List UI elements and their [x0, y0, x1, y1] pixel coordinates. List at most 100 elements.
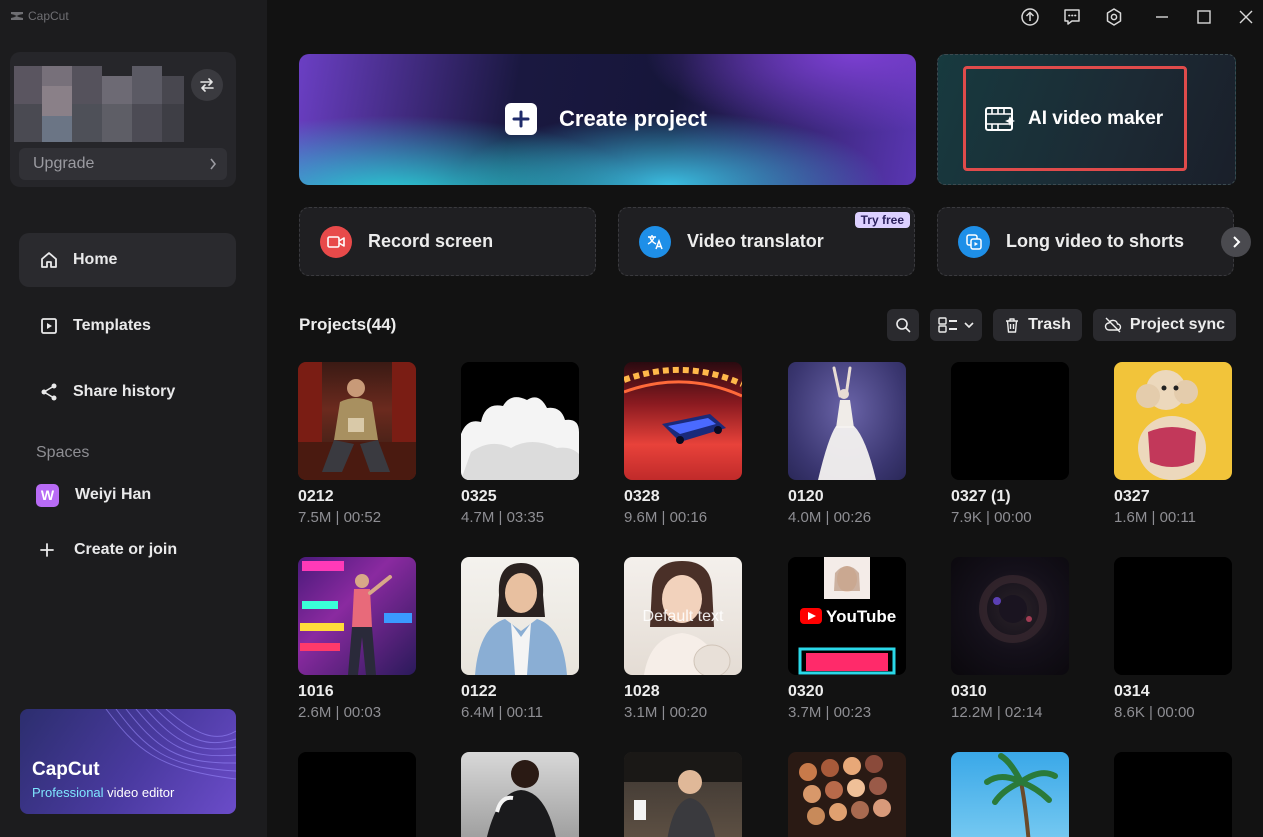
project-thumbnail[interactable]: YouTube — [788, 557, 906, 675]
project-thumbnail[interactable] — [788, 752, 906, 837]
project-thumbnail[interactable] — [298, 557, 416, 675]
space-name: Weiyi Han — [75, 486, 152, 503]
chevron-right-icon — [210, 158, 217, 170]
project-meta: 7.5M | 00:52 — [298, 509, 382, 526]
project-thumbnail[interactable] — [624, 362, 742, 480]
project-thumbnail[interactable] — [951, 362, 1069, 480]
upgrade-label: Upgrade — [33, 155, 95, 172]
close-window-button[interactable] — [1235, 6, 1257, 28]
project-thumbnail[interactable] — [298, 752, 416, 837]
create-plus-icon — [505, 103, 537, 135]
search-icon — [896, 318, 911, 333]
project-sync-button[interactable]: Project sync — [1093, 309, 1236, 341]
nav-templates[interactable]: Templates — [19, 299, 236, 353]
long-video-to-shorts-label: Long video to shorts — [1006, 231, 1184, 251]
nav-share-history-label: Share history — [73, 383, 176, 400]
project-thumbnail[interactable] — [1114, 752, 1232, 837]
project-thumbnail[interactable] — [461, 557, 579, 675]
upgrade-button[interactable]: Upgrade — [19, 148, 227, 180]
cloud-off-icon — [1104, 317, 1122, 333]
ai-video-maker-content: AI video maker — [985, 106, 1163, 132]
record-screen-card[interactable]: Record screen — [299, 207, 596, 276]
nav-templates-label: Templates — [73, 317, 151, 334]
promo-subtitle-accent: Professional — [32, 785, 104, 800]
project-thumbnail[interactable] — [951, 752, 1069, 837]
upload-button[interactable] — [1019, 6, 1041, 28]
trash-button[interactable]: Trash — [993, 309, 1082, 341]
ai-video-icon — [985, 107, 1015, 131]
chevron-down-icon — [964, 322, 974, 328]
long-video-to-shorts-card[interactable]: Long video to shorts — [937, 207, 1234, 276]
project-name: 0320 — [788, 683, 824, 700]
project-meta: 7.9K | 00:00 — [951, 509, 1032, 526]
feedback-icon — [1064, 9, 1080, 25]
project-name: 1016 — [298, 683, 334, 700]
minimize-icon — [1156, 16, 1168, 18]
record-icon — [320, 225, 352, 258]
project-sync-label: Project sync — [1129, 316, 1226, 333]
project-name: 0120 — [788, 488, 824, 505]
project-thumbnail[interactable] — [298, 362, 416, 480]
default-text-overlay: Default text — [643, 608, 724, 625]
ai-video-maker-label: AI video maker — [1028, 108, 1164, 129]
space-avatar-badge: W — [36, 483, 59, 507]
share-icon — [41, 383, 57, 401]
close-icon — [1239, 10, 1253, 24]
project-thumbnail[interactable] — [1114, 362, 1232, 480]
maximize-icon — [1197, 10, 1211, 24]
tools-scroll-right-button[interactable] — [1221, 227, 1251, 257]
maximize-button[interactable] — [1193, 6, 1215, 28]
nav-home[interactable]: Home — [19, 233, 236, 287]
project-meta: 4.7M | 03:35 — [461, 509, 545, 526]
switch-account-button[interactable] — [191, 69, 223, 101]
project-name: 0325 — [461, 488, 497, 505]
feedback-button[interactable] — [1061, 6, 1083, 28]
project-thumbnail[interactable] — [788, 362, 906, 480]
swap-arrows-icon — [200, 78, 214, 92]
project-meta: 1.6M | 00:11 — [1114, 509, 1197, 526]
search-projects-button[interactable] — [887, 309, 919, 341]
account-avatar[interactable] — [14, 66, 194, 142]
create-or-join-space[interactable]: Create or join — [36, 537, 177, 563]
project-thumbnail[interactable] — [461, 362, 579, 480]
video-translator-card[interactable]: Video translator Try free — [618, 207, 915, 276]
project-thumbnail[interactable] — [1114, 557, 1232, 675]
create-project-content: Create project — [505, 103, 707, 135]
plus-icon — [40, 543, 54, 557]
settings-button[interactable] — [1103, 6, 1125, 28]
projects-heading: Projects(44) — [299, 315, 397, 334]
promo-title: CapCut — [32, 759, 100, 780]
create-or-join-label: Create or join — [74, 541, 178, 558]
space-weiyi-han[interactable]: W Weiyi Han — [36, 482, 151, 508]
translate-icon — [639, 225, 671, 258]
view-mode-dropdown[interactable] — [930, 309, 982, 341]
project-thumbnail[interactable] — [624, 752, 742, 837]
project-thumbnail[interactable] — [461, 752, 579, 837]
nav-share-history[interactable]: Share history — [19, 365, 236, 419]
youtube-logo-text: YouTube — [826, 607, 896, 626]
project-thumbnail[interactable]: Default text — [624, 557, 742, 675]
project-name: 1028 — [624, 683, 660, 700]
home-icon — [41, 252, 57, 268]
chevron-right-icon — [1233, 236, 1241, 248]
spaces-heading: Spaces — [36, 444, 90, 461]
video-translator-label: Video translator — [687, 231, 824, 251]
templates-icon — [41, 318, 57, 334]
project-thumbnail[interactable] — [951, 557, 1069, 675]
project-meta: 4.0M | 00:26 — [788, 509, 872, 526]
account-card: Upgrade — [10, 52, 236, 187]
promo-banner[interactable]: CapCut Professional video editor — [20, 709, 236, 814]
project-meta: 9.6M | 00:16 — [624, 509, 708, 526]
project-name: 0212 — [298, 488, 334, 505]
try-free-badge: Try free — [854, 212, 910, 228]
settings-gear-icon — [1106, 8, 1122, 26]
capcut-logo-icon — [11, 12, 23, 20]
project-meta: 6.4M | 00:11 — [461, 704, 544, 721]
grid-view-icon — [938, 317, 957, 333]
create-project-label: Create project — [559, 106, 707, 131]
minimize-button[interactable] — [1151, 6, 1173, 28]
record-screen-label: Record screen — [368, 231, 494, 251]
nav-home-label: Home — [73, 251, 118, 268]
create-project-card[interactable]: Create project — [299, 54, 916, 185]
app-logo: CapCut — [10, 9, 69, 23]
